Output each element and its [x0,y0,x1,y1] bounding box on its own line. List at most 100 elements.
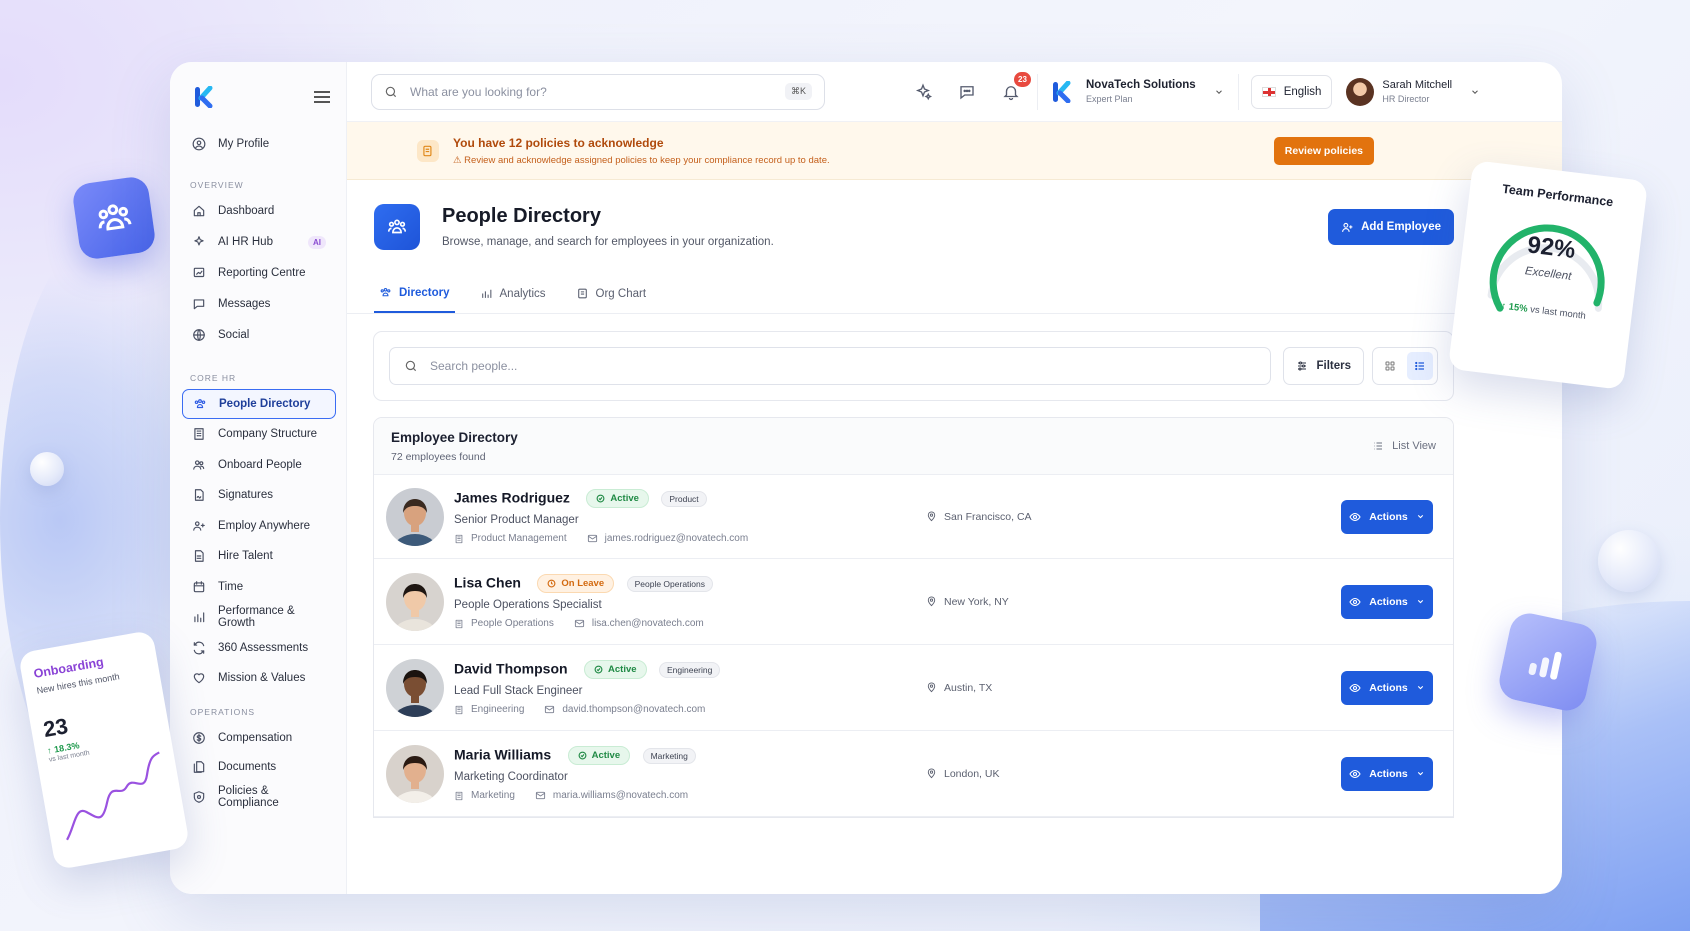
mail-icon [544,704,555,715]
employee-location: New York, NY [926,596,1009,608]
sidebar-item-people-directory[interactable]: People Directory [182,388,336,419]
tab-directory[interactable]: Directory [374,274,455,313]
app-logo[interactable] [194,85,214,109]
sidebar-item-policies-compliance[interactable]: Policies & Compliance [182,782,336,811]
actions-button[interactable]: Actions [1341,670,1433,705]
people-search-input[interactable]: Search people... [389,347,1272,385]
actions-button[interactable]: Actions [1341,584,1433,619]
sidebar-item-documents[interactable]: Documents [182,753,336,782]
actions-label: Actions [1369,595,1408,608]
avatar[interactable] [386,572,444,631]
email-label: maria.williams@novatech.com [552,790,689,801]
department-tag: Engineering [658,661,721,678]
chevron-down-icon [1416,597,1425,606]
status-label: Active [608,664,637,675]
global-search-input[interactable]: What are you looking for? ⌘K [371,73,825,110]
location-label: New York, NY [944,595,1009,608]
employee-email[interactable]: david.thompson@novatech.com [544,704,705,715]
department-tag: People Operations [626,575,714,592]
status-badge: Active [586,489,649,508]
employee-location: London, UK [926,768,999,780]
add-user-icon [1341,221,1354,234]
sidebar-item-hire-talent[interactable]: Hire Talent [182,541,336,571]
sidebar-item-label: Time [218,580,244,593]
filters-button[interactable]: Filters [1283,347,1364,385]
page-header: People Directory Browse, manage, and sea… [347,180,1562,274]
team-performance-widget: Team Performance 92% Excellent ↑ 15% vs … [1447,160,1649,390]
globe-icon [192,328,206,342]
sidebar-item-performance-growth[interactable]: Performance & Growth [182,602,336,632]
employee-name[interactable]: James Rodriguez [454,490,570,506]
list-view-icon[interactable] [1407,352,1433,380]
widget-title: Team Performance [1501,181,1614,210]
trend-value: 15% [1508,301,1529,315]
list-view-toggle[interactable]: List View [1372,440,1436,452]
employee-meta: People Operations lisa.chen@novatech.com [454,618,713,629]
employee-row[interactable]: James Rodriguez Active Product Senior Pr… [374,475,1453,559]
policy-document-icon [417,139,439,162]
ai-sparkle-icon[interactable] [909,78,937,106]
sidebar-item-onboard-people[interactable]: Onboard People [182,450,336,480]
actions-button[interactable]: Actions [1341,499,1433,534]
status-label: On Leave [561,578,605,589]
avatar[interactable] [386,658,444,717]
employee-location: San Francisco, CA [926,511,1032,523]
sidebar-item-mission-values[interactable]: Mission & Values [182,663,336,693]
sidebar-item-time[interactable]: Time [182,572,336,602]
avatar[interactable] [386,487,444,546]
sidebar-item-360-assessments[interactable]: 360 Assessments [182,633,336,663]
sidebar-item-label: Policies & Compliance [218,784,279,809]
user-menu[interactable]: Sarah Mitchell HR Director [1346,77,1480,106]
company-switcher[interactable]: NovaTech Solutions Expert Plan [1037,73,1239,110]
sidebar-section-label: CORE HR [190,372,237,383]
tab-org-chart[interactable]: Org Chart [571,274,652,313]
employee-row[interactable]: Maria Williams Active Marketing Marketin… [374,731,1453,817]
employee-row[interactable]: Lisa Chen On Leave People Operations Peo… [374,559,1453,645]
sidebar-item-ai-hr-hub[interactable]: AI HR Hub AI [182,227,336,258]
banner-subtitle-text: Review and acknowledge assigned policies… [464,154,830,166]
sidebar-item-social[interactable]: Social [182,320,336,351]
sidebar-item-my-profile[interactable]: My Profile [182,128,336,160]
employee-name[interactable]: Lisa Chen [454,575,521,591]
users-plus-icon [192,458,206,472]
menu-toggle-icon[interactable] [314,91,330,103]
sidebar-item-messages[interactable]: Messages [182,289,336,320]
org-chart-icon [576,287,589,300]
check-circle-icon [594,665,603,674]
tab-analytics[interactable]: Analytics [475,274,551,313]
people-float-icon [71,175,157,261]
chevron-down-icon [1470,87,1480,97]
avatar[interactable] [386,744,444,803]
employee-email[interactable]: maria.williams@novatech.com [535,790,688,801]
grid-view-icon[interactable] [1377,352,1403,380]
add-employee-button[interactable]: Add Employee [1328,209,1454,245]
tab-label: Analytics [499,287,546,300]
sidebar-item-company-structure[interactable]: Company Structure [182,419,336,449]
bell-icon[interactable]: 23 [997,71,1031,106]
language-selector[interactable]: English [1250,74,1333,109]
employee-email[interactable]: lisa.chen@novatech.com [574,618,704,629]
search-icon [404,359,418,373]
sidebar-item-dashboard[interactable]: Dashboard [182,196,336,227]
employee-meta: Engineering david.thompson@novatech.com [454,704,720,715]
review-policies-button[interactable]: Review policies [1273,136,1374,165]
check-circle-icon [578,751,587,760]
sidebar-item-signatures[interactable]: Signatures [182,480,336,510]
employee-name[interactable]: David Thompson [454,661,568,677]
sparkles-icon [192,235,206,249]
warning-icon: ⚠ [453,154,462,166]
employee-meta: Product Management james.rodriguez@novat… [454,533,748,544]
decor-bubble [30,452,64,486]
employee-row[interactable]: David Thompson Active Engineering Lead F… [374,645,1453,731]
banner-title: You have 12 policies to acknowledge [453,135,664,150]
directory-header: Employee Directory 72 employees found Li… [374,418,1453,475]
chat-icon[interactable] [953,78,981,106]
sidebar-item-reporting-centre[interactable]: Reporting Centre [182,258,336,289]
employee-email[interactable]: james.rodriguez@novatech.com [587,533,748,544]
documents-icon [192,760,206,774]
actions-button[interactable]: Actions [1341,756,1433,791]
sidebar-item-compensation[interactable]: Compensation [182,723,336,752]
map-pin-icon [926,768,937,779]
employee-name[interactable]: Maria Williams [454,747,551,763]
sidebar-item-employ-anywhere[interactable]: Employ Anywhere [182,511,336,541]
